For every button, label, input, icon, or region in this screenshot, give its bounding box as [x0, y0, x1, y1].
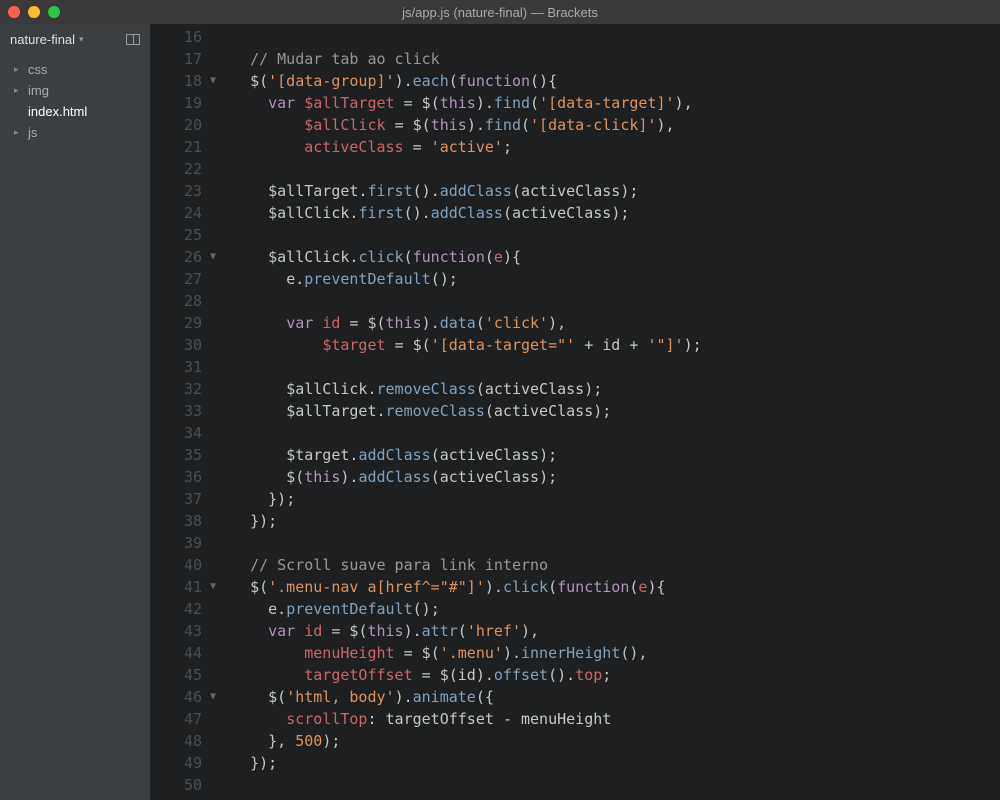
line-number: 43	[150, 620, 202, 642]
code-line[interactable]: $target.addClass(activeClass);	[232, 444, 1000, 466]
folder-item[interactable]: css	[0, 59, 150, 80]
code-line[interactable]: e.preventDefault();	[232, 268, 1000, 290]
line-number: 27	[150, 268, 202, 290]
code-line[interactable]: $allClick.first().addClass(activeClass);	[232, 202, 1000, 224]
code-line[interactable]: // Scroll suave para link interno	[232, 554, 1000, 576]
file-item[interactable]: index.html	[0, 101, 150, 122]
line-number: 25	[150, 224, 202, 246]
code-line[interactable]: $(this).addClass(activeClass);	[232, 466, 1000, 488]
line-number: 37	[150, 488, 202, 510]
line-number: 28	[150, 290, 202, 312]
project-header[interactable]: nature-final ▾	[0, 24, 150, 55]
line-number: 33	[150, 400, 202, 422]
code-area[interactable]: // Mudar tab ao click $('[data-group]').…	[208, 24, 1000, 800]
line-number: 29	[150, 312, 202, 334]
line-number: 26▼	[150, 246, 202, 268]
folder-label: js	[28, 125, 37, 140]
code-line[interactable]	[232, 356, 1000, 378]
code-line[interactable]: e.preventDefault();	[232, 598, 1000, 620]
line-number: 49	[150, 752, 202, 774]
code-line[interactable]: scrollTop: targetOffset - menuHeight	[232, 708, 1000, 730]
code-line[interactable]: $allClick.removeClass(activeClass);	[232, 378, 1000, 400]
zoom-icon[interactable]	[48, 6, 60, 18]
line-number: 36	[150, 466, 202, 488]
line-number: 18▼	[150, 70, 202, 92]
code-line[interactable]: $allClick = $(this).find('[data-click]')…	[232, 114, 1000, 136]
titlebar: js/app.js (nature-final) — Brackets	[0, 0, 1000, 24]
line-number: 20	[150, 114, 202, 136]
line-number: 50	[150, 774, 202, 796]
fold-icon[interactable]: ▼	[210, 576, 216, 598]
line-number: 16	[150, 26, 202, 48]
line-number: 21	[150, 136, 202, 158]
code-line[interactable]: $('[data-group]').each(function(){	[232, 70, 1000, 92]
code-line[interactable]	[232, 290, 1000, 312]
file-tree: css img index.html js	[0, 55, 150, 147]
folder-label: img	[28, 83, 49, 98]
close-icon[interactable]	[8, 6, 20, 18]
minimize-icon[interactable]	[28, 6, 40, 18]
code-line[interactable]: var id = $(this).attr('href'),	[232, 620, 1000, 642]
line-number: 44	[150, 642, 202, 664]
code-line[interactable]: // Mudar tab ao click	[232, 48, 1000, 70]
line-number: 40	[150, 554, 202, 576]
line-number: 17	[150, 48, 202, 70]
code-line[interactable]: });	[232, 510, 1000, 532]
line-number: 24	[150, 202, 202, 224]
split-view-icon[interactable]	[126, 34, 140, 45]
sidebar: nature-final ▾ css img index.html js	[0, 24, 150, 800]
code-line[interactable]: $('html, body').animate({	[232, 686, 1000, 708]
line-gutter: 161718▼1920212223242526▼2728293031323334…	[150, 24, 208, 800]
line-number: 47	[150, 708, 202, 730]
fold-icon[interactable]: ▼	[210, 686, 216, 708]
code-line[interactable]: });	[232, 752, 1000, 774]
line-number: 38	[150, 510, 202, 532]
code-line[interactable]: $allClick.click(function(e){	[232, 246, 1000, 268]
fold-icon[interactable]: ▼	[210, 70, 216, 92]
window-title: js/app.js (nature-final) — Brackets	[402, 5, 598, 20]
chevron-down-icon: ▾	[79, 34, 84, 45]
code-line[interactable]	[232, 774, 1000, 796]
code-line[interactable]	[232, 224, 1000, 246]
code-line[interactable]: var $allTarget = $(this).find('[data-tar…	[232, 92, 1000, 114]
line-number: 19	[150, 92, 202, 114]
line-number: 31	[150, 356, 202, 378]
line-number: 35	[150, 444, 202, 466]
file-label: index.html	[28, 104, 87, 119]
code-editor[interactable]: 161718▼1920212223242526▼2728293031323334…	[150, 24, 1000, 800]
line-number: 34	[150, 422, 202, 444]
code-line[interactable]	[232, 26, 1000, 48]
line-number: 42	[150, 598, 202, 620]
code-line[interactable]: $('.menu-nav a[href^="#"]').click(functi…	[232, 576, 1000, 598]
line-number: 23	[150, 180, 202, 202]
project-name: nature-final	[10, 32, 75, 47]
code-line[interactable]: });	[232, 488, 1000, 510]
code-line[interactable]: activeClass = 'active';	[232, 136, 1000, 158]
code-line[interactable]: menuHeight = $('.menu').innerHeight(),	[232, 642, 1000, 664]
folder-label: css	[28, 62, 48, 77]
code-line[interactable]: }, 500);	[232, 730, 1000, 752]
line-number: 30	[150, 334, 202, 356]
line-number: 39	[150, 532, 202, 554]
line-number: 32	[150, 378, 202, 400]
code-line[interactable]: targetOffset = $(id).offset().top;	[232, 664, 1000, 686]
fold-icon[interactable]: ▼	[210, 246, 216, 268]
code-line[interactable]	[232, 158, 1000, 180]
line-number: 41▼	[150, 576, 202, 598]
code-line[interactable]: $allTarget.first().addClass(activeClass)…	[232, 180, 1000, 202]
line-number: 22	[150, 158, 202, 180]
line-number: 48	[150, 730, 202, 752]
code-line[interactable]: var id = $(this).data('click'),	[232, 312, 1000, 334]
code-line[interactable]: $allTarget.removeClass(activeClass);	[232, 400, 1000, 422]
folder-item[interactable]: img	[0, 80, 150, 101]
code-line[interactable]: $target = $('[data-target="' + id + '"]'…	[232, 334, 1000, 356]
code-line[interactable]	[232, 422, 1000, 444]
line-number: 46▼	[150, 686, 202, 708]
code-line[interactable]	[232, 532, 1000, 554]
window-controls	[8, 6, 60, 18]
folder-item[interactable]: js	[0, 122, 150, 143]
line-number: 45	[150, 664, 202, 686]
